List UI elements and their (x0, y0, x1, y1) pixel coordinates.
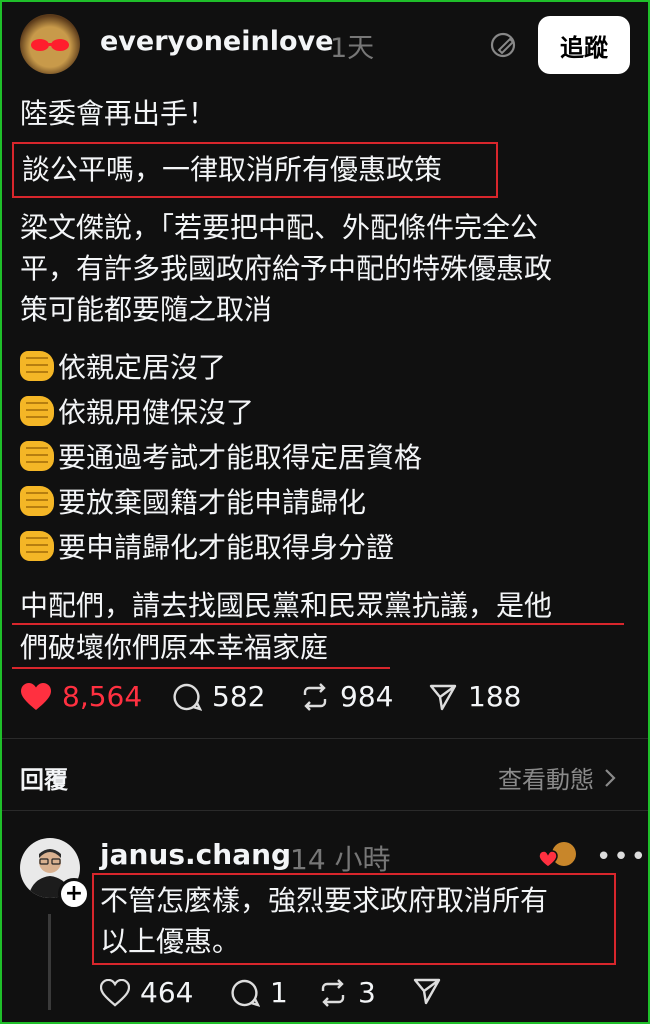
repost-count: 984 (340, 680, 394, 713)
underline-2 (12, 667, 390, 669)
chevron-right-icon (605, 768, 616, 787)
post-para-line: 梁文傑說，「若要把中配、外配條件完全公 (20, 211, 539, 244)
heart-icon (21, 682, 51, 710)
author-username[interactable]: everyoneinlove (100, 26, 333, 57)
post-closing-line: 們破壞你們原本幸福家庭 (20, 631, 329, 664)
plus-icon: + (64, 881, 84, 906)
reply-text-line: 以上優惠。 (100, 925, 241, 958)
post-closing-line: 中配們，請去找國民黨和民眾黨抗議，是他 (20, 589, 553, 622)
post-highlight-box: 談公平嗎，一律取消所有優惠政策 (12, 142, 498, 198)
fist-icon (20, 531, 54, 561)
reply-like-count: 464 (140, 976, 194, 1009)
replies-label: 回覆 (20, 766, 68, 794)
divider (0, 810, 650, 811)
liked-by-author-icon (538, 842, 576, 868)
avatar-glasses-graphic (31, 39, 69, 51)
reply-reply-count: 1 (270, 976, 288, 1009)
bullet-item: 要放棄國籍才能申請歸化 (20, 481, 366, 525)
heart-icon (100, 978, 130, 1007)
share-icon (413, 978, 441, 1005)
reply-share-button[interactable] (412, 976, 442, 1006)
reply-like-button[interactable]: 464 (100, 976, 193, 1009)
share-icon (429, 684, 457, 710)
post-para-line: 策可能都要隨之取消 (20, 293, 273, 326)
reply-time: 14 小時 (290, 843, 391, 876)
repost-button[interactable]: 984 (300, 680, 393, 713)
like-count: 8,564 (62, 680, 143, 713)
thread-line (48, 914, 51, 1010)
reply-reply-button[interactable]: 1 (230, 976, 288, 1009)
edit-icon[interactable] (490, 31, 518, 59)
reply-repost-button[interactable]: 3 (318, 976, 376, 1009)
repost-icon (303, 682, 327, 711)
like-button[interactable]: 8,564 (20, 680, 142, 713)
bullet-item: 依親用健保沒了 (20, 391, 254, 435)
post-para-line: 平，有許多我國政府給予中配的特殊優惠政 (20, 252, 553, 285)
fist-icon (20, 396, 54, 426)
comment-icon (231, 979, 260, 1007)
post-line-1: 陸委會再出手！ (20, 97, 217, 130)
underline-1 (12, 623, 624, 625)
share-count: 188 (468, 680, 522, 713)
reply-username[interactable]: janus.chang (100, 838, 291, 871)
reply-repost-count: 3 (358, 976, 376, 1009)
comment-icon (173, 683, 202, 711)
repost-icon (321, 978, 345, 1007)
share-button[interactable]: 188 (428, 680, 521, 713)
reply-text-line: 不管怎麼樣，強烈要求政府取消所有 (100, 884, 549, 917)
post-time: 1天 (330, 33, 375, 64)
more-icon[interactable]: ••• (596, 842, 648, 872)
divider (0, 738, 650, 739)
bullet-item: 要申請歸化才能取得身分證 (20, 526, 394, 570)
post-line-2: 談公平嗎，一律取消所有優惠政策 (22, 153, 443, 186)
fist-icon (20, 486, 54, 516)
fist-icon (20, 441, 54, 471)
follow-button[interactable]: 追蹤 (538, 16, 630, 74)
view-activity-label: 查看動態 (498, 766, 594, 794)
reply-button[interactable]: 582 (172, 680, 265, 713)
view-activity-link[interactable]: 查看動態 (498, 760, 616, 795)
fist-icon (20, 351, 54, 381)
reply-count: 582 (212, 680, 266, 713)
bullet-item: 要通過考試才能取得定居資格 (20, 436, 422, 480)
follow-plus-button[interactable]: + (58, 878, 90, 910)
bullet-item: 依親定居沒了 (20, 346, 226, 390)
author-avatar[interactable] (20, 14, 80, 74)
